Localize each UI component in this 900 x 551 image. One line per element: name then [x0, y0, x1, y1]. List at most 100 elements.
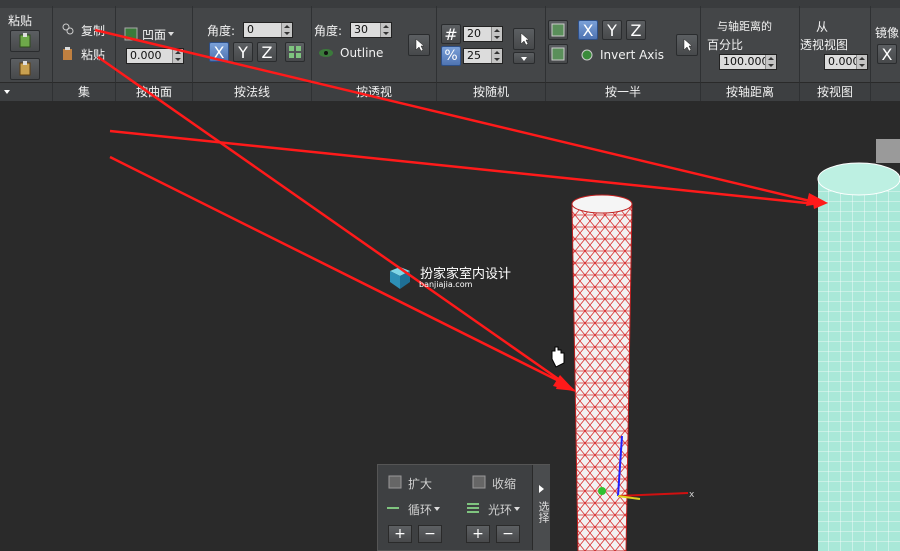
- view-angle-spinner[interactable]: 30: [350, 22, 392, 38]
- pivot-distance-group: 与轴距离的 百分比 100.000: [701, 6, 800, 82]
- half-group-label: 按一半: [546, 82, 701, 101]
- perspective-view-value: 0.000: [828, 55, 860, 68]
- svg-text:x: x: [689, 490, 695, 500]
- random-group: # 20 % 25: [437, 6, 546, 82]
- half-select-button-1[interactable]: [548, 20, 568, 40]
- paste-group-title: 粘贴: [8, 14, 33, 28]
- floating-selection-panel: 扩大 收缩 循环 光环 + − + − 选择: [377, 464, 550, 551]
- clipboard-icon: [63, 47, 72, 60]
- surface-group-label: 按曲面: [116, 82, 193, 101]
- random-hash-button[interactable]: #: [441, 24, 461, 44]
- grow-icon: [388, 475, 402, 489]
- random-dropdown-button[interactable]: [513, 52, 535, 64]
- random-percent-button[interactable]: %: [441, 46, 461, 66]
- loop-add-button[interactable]: +: [388, 525, 412, 543]
- spinner-arrows-icon[interactable]: [491, 49, 502, 63]
- spinner-arrows-icon[interactable]: [765, 55, 776, 69]
- view-angle-label: 角度:: [314, 24, 343, 38]
- normal-grid-button[interactable]: [285, 42, 305, 62]
- chevron-right-icon: [539, 485, 544, 493]
- dropdown-arrow-icon: [4, 90, 10, 94]
- perspective-view-spinner[interactable]: 0.000: [824, 54, 868, 70]
- half-pick-button[interactable]: [676, 34, 698, 56]
- half-axis-z[interactable]: Z: [626, 20, 646, 40]
- view-select-button[interactable]: [408, 34, 430, 56]
- panel-side-tab[interactable]: 选择: [532, 465, 550, 550]
- ring-remove-button[interactable]: −: [496, 525, 520, 543]
- perspective-title-line2: 透视视图: [800, 38, 849, 52]
- view-group: 角度: 30 Outline: [312, 6, 437, 82]
- normal-group-label: 按法线: [193, 82, 312, 101]
- copy-label[interactable]: 复制: [81, 22, 105, 39]
- pivot-distance-group-label: 按轴距离: [701, 82, 800, 101]
- loop-label[interactable]: 循环: [408, 501, 441, 518]
- watermark-subtitle: banjiajia.com: [419, 280, 473, 289]
- shrink-icon: [472, 475, 486, 489]
- perspective-view-group-label: 按视图: [800, 82, 871, 101]
- half-select-button-2[interactable]: [548, 44, 568, 64]
- half-axis-y[interactable]: Y: [602, 20, 622, 40]
- surface-icon: [124, 27, 138, 41]
- view-group-label: 按透视: [312, 82, 437, 101]
- normal-group: 角度: 0 X Y Z: [193, 6, 312, 82]
- gray-object: [876, 139, 900, 163]
- random-select-button[interactable]: [513, 28, 535, 50]
- cyan-mesh-cylinder[interactable]: [817, 139, 900, 551]
- paste-group-label[interactable]: [0, 82, 53, 101]
- annotation-arrows: [109, 129, 828, 391]
- half-axis-x[interactable]: X: [578, 20, 598, 40]
- random-value1-spinner[interactable]: 20: [463, 26, 503, 42]
- outline-label[interactable]: Outline: [340, 46, 383, 60]
- pivot-title-line2: 百分比: [707, 38, 744, 52]
- chevron-down-icon: [521, 57, 527, 61]
- pivot-distance-spinner[interactable]: 100.000: [719, 54, 777, 70]
- paste-special-icon: [19, 61, 31, 76]
- ring-add-button[interactable]: +: [466, 525, 490, 543]
- perspective-title-line1: 从: [816, 20, 829, 34]
- pivot-title-line1: 与轴距离的: [717, 20, 772, 33]
- perspective-view-group: 从 透视视图 0.000: [800, 6, 871, 82]
- hand-cursor-icon: [551, 346, 565, 368]
- ribbon-toolbar: 粘贴 复制 粘贴 集 凹面 0.000 按曲面 角度: 0 X Y Z 按法线 …: [0, 0, 900, 101]
- paste-icon: [19, 33, 31, 48]
- normal-axis-z[interactable]: Z: [257, 42, 277, 62]
- paste-button-2[interactable]: [10, 58, 40, 80]
- grow-label[interactable]: 扩大: [408, 475, 432, 492]
- normal-axis-x[interactable]: X: [209, 42, 229, 62]
- spinner-arrows-icon[interactable]: [380, 23, 391, 37]
- cursor-icon: [415, 38, 425, 52]
- select-grid-icon: [551, 47, 565, 61]
- loop-remove-button[interactable]: −: [418, 525, 442, 543]
- shrink-label[interactable]: 收缩: [492, 475, 516, 492]
- random-value1: 20: [467, 27, 481, 40]
- spinner-arrows-icon[interactable]: [281, 23, 292, 37]
- surface-dropdown[interactable]: 凹面: [142, 26, 175, 43]
- random-group-label: 按随机: [437, 82, 546, 101]
- panel-side-label: 选择: [537, 501, 550, 523]
- spinner-arrows-icon[interactable]: [491, 27, 502, 41]
- eye-icon: [319, 49, 333, 57]
- mirror-title: 镜像: [875, 26, 900, 40]
- spinner-arrows-icon[interactable]: [856, 55, 867, 69]
- view-angle-value: 30: [354, 23, 368, 36]
- normal-angle-label: 角度:: [207, 24, 236, 38]
- half-group: X Y Z Invert Axis: [546, 6, 701, 82]
- mirror-axis-x[interactable]: X: [877, 44, 897, 64]
- normal-axis-y[interactable]: Y: [233, 42, 253, 62]
- surface-offset-spinner[interactable]: 0.000: [126, 48, 184, 64]
- random-value2-spinner[interactable]: 25: [463, 48, 503, 64]
- copy-icon: [62, 23, 74, 35]
- mirror-group-label: [871, 82, 900, 101]
- set-group-label: 集: [53, 82, 116, 101]
- grid-icon: [289, 46, 301, 58]
- paste-button-1[interactable]: [10, 30, 40, 52]
- ring-label[interactable]: 光环: [488, 501, 521, 518]
- invert-axis-label[interactable]: Invert Axis: [600, 48, 664, 62]
- pivot-distance-value: 100.000: [723, 55, 769, 68]
- paste-label[interactable]: 粘贴: [81, 46, 105, 63]
- mirror-group: 镜像 X: [871, 6, 900, 82]
- normal-angle-spinner[interactable]: 0: [243, 22, 293, 38]
- spinner-arrows-icon[interactable]: [172, 49, 183, 63]
- cursor-icon: [520, 32, 530, 46]
- watermark-logo-icon: [390, 267, 410, 289]
